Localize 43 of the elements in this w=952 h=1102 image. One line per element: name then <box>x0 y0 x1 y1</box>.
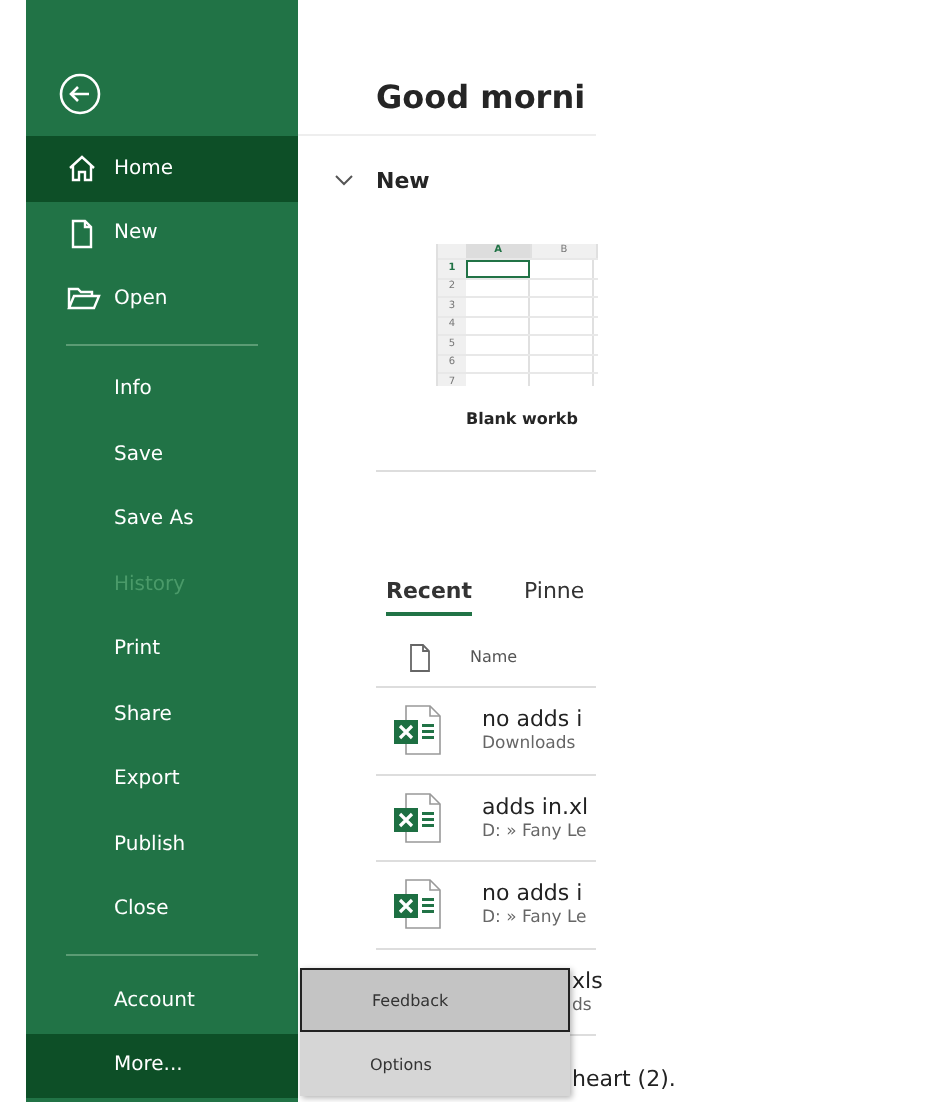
template-label: Blank workb <box>466 410 580 428</box>
spreadsheet-file-icon <box>392 704 444 757</box>
file-name: no adds i <box>482 706 583 733</box>
section-title: New <box>376 167 430 193</box>
spreadsheet-file-icon <box>392 791 444 844</box>
file-name: no adds i <box>482 880 585 907</box>
sidebar-item[interactable]: Home <box>26 136 298 201</box>
spreadsheet-file-icon <box>392 878 444 931</box>
file-name: adds in.xl <box>482 793 589 820</box>
sidebar-item[interactable]: Open <box>26 266 298 331</box>
sidebar-item[interactable]: Close <box>26 877 298 942</box>
sidebar-item[interactable]: More... <box>26 1033 298 1098</box>
file-location: D: » Fany Le <box>482 908 587 929</box>
menu-item[interactable]: Options <box>300 1032 570 1096</box>
document-icon <box>66 217 98 249</box>
tab[interactable]: Recent <box>386 578 473 616</box>
file-row[interactable]: no adds i D: » Fany Le <box>376 862 596 949</box>
sidebar-item[interactable]: Print <box>26 617 298 682</box>
sidebar-item[interactable]: Share <box>26 682 298 747</box>
file-type-icon <box>408 643 432 671</box>
file-location: Downloads <box>482 734 578 755</box>
sidebar-item[interactable]: Info <box>26 357 298 422</box>
file-location: ds <box>572 995 594 1016</box>
chevron-icon[interactable] <box>334 174 354 186</box>
sidebar-item[interactable]: Save <box>26 422 298 487</box>
file-location: D: » Fany Le <box>482 821 589 842</box>
file-row[interactable]: adds in.xl D: » Fany Le <box>376 775 596 862</box>
column-header[interactable]: Name <box>470 648 518 666</box>
folder-icon <box>66 282 102 314</box>
selected-cell <box>466 260 530 277</box>
menu-item[interactable]: Feedback <box>300 968 570 1032</box>
file-name: xls <box>572 967 603 994</box>
tab[interactable]: Pinne <box>524 578 585 616</box>
file-name: heart (2). <box>572 1065 676 1092</box>
back-icon[interactable] <box>58 72 102 116</box>
sidebar-item[interactable]: Export <box>26 747 298 812</box>
home-icon <box>66 152 98 184</box>
sidebar-item[interactable]: Publish <box>26 812 298 877</box>
sidebar-item[interactable]: Save As <box>26 487 298 552</box>
file-row[interactable]: no adds i Downloads <box>376 688 596 775</box>
greeting-heading: Good morni <box>376 78 586 118</box>
sidebar-item[interactable]: New <box>26 201 298 266</box>
sidebar-item[interactable]: Account <box>26 968 298 1033</box>
